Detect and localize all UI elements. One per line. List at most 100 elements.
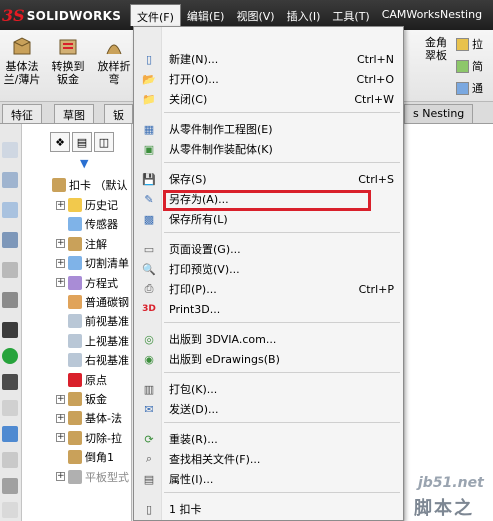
expand-icon[interactable]: + [56, 394, 65, 404]
expand-icon[interactable]: + [56, 278, 65, 288]
mini-icon[interactable] [2, 452, 18, 468]
file-menu-item[interactable]: ▩ 保存所有(L) [134, 209, 403, 229]
side-tool-vent[interactable]: 通 [456, 80, 493, 96]
make-drawing-icon: ▦ [143, 122, 155, 136]
file-menu-item[interactable]: ◉ 出版到 eDrawings(B) [134, 349, 403, 369]
expand-icon[interactable]: + [56, 258, 65, 268]
tree-item[interactable]: + 注解 [56, 235, 107, 253]
tree-item[interactable]: + 方程式 [56, 274, 118, 292]
file-menu-item[interactable]: ▦ 从零件制作工程图(E) [134, 119, 403, 139]
tree-item[interactable]: 右视基准 [56, 351, 129, 369]
tab-camworks-nesting[interactable]: s Nesting [404, 104, 474, 123]
blue-tool-icon[interactable] [2, 426, 18, 442]
tree-item[interactable]: 原点 [56, 371, 107, 389]
side-tool-simple-label: 简 [472, 60, 483, 73]
filter-icon[interactable]: ▼ [80, 157, 88, 170]
section-icon[interactable] [2, 202, 18, 218]
tab-features[interactable]: 特征 [2, 104, 42, 123]
properties-icon: ▤ [143, 472, 155, 486]
file-menu-item-label: 重装(R)... [169, 433, 218, 446]
lofted-bend-label-1: 放样折 [97, 60, 131, 73]
gear-icon[interactable] [2, 292, 18, 308]
file-menu-item[interactable]: ▭ 页面设置(G)... [134, 239, 403, 259]
tree-item[interactable]: + 切割清单 [56, 254, 129, 272]
lofted-bend-label-2: 弯 [108, 73, 120, 86]
file-menu-item[interactable]: 🔍 打印预览(V)... [134, 259, 403, 279]
file-menu-item-shortcut: Ctrl+S [358, 172, 394, 186]
tree-item-label: 钣金 [85, 393, 107, 406]
tree-item[interactable]: 倒角1 [56, 448, 114, 466]
config-manager-tab-icon[interactable]: ◫ [94, 132, 114, 152]
bottom-icon[interactable] [2, 502, 18, 518]
file-menu-item[interactable]: 📂 打开(O)... Ctrl+O [134, 69, 403, 89]
file-menu-item[interactable]: ▯ 1 扣卡 [134, 499, 403, 519]
file-menu-item[interactable]: ⌕ 查找相关文件(F)... [134, 449, 403, 469]
file-menu-item[interactable]: ▤ 属性(I)... [134, 469, 403, 489]
wave-icon[interactable] [2, 374, 18, 390]
file-menu-item-label: 保存所有(L) [169, 213, 228, 226]
menu-tools[interactable]: 工具(T) [326, 4, 375, 26]
base-flange-button[interactable]: 基体法 兰/薄片 [2, 34, 42, 86]
file-menu-item[interactable]: ✉ 发送(D)... [134, 399, 403, 419]
feature-manager-tab-icon[interactable]: ❖ [50, 132, 70, 152]
corner-button[interactable]: 金角 翠板 [418, 36, 454, 62]
file-menu-item[interactable]: ◎ 出版到 3DVIA.com... [134, 329, 403, 349]
tool-icon[interactable] [2, 322, 18, 338]
display-icon[interactable] [2, 172, 18, 188]
file-menu-item[interactable]: ⟳ 重装(R)... [134, 429, 403, 449]
tree-root[interactable]: 扣卡 （默认 [52, 176, 128, 194]
file-menu-item[interactable]: 💾 保存(S) Ctrl+S [134, 169, 403, 189]
green-circle-icon[interactable] [2, 348, 18, 364]
app-logo[interactable]: 3S SOLIDWORKS [2, 6, 121, 25]
tree-item[interactable]: + 平板型式 [56, 468, 129, 486]
menu-camworks-nesting[interactable]: CAMWorksNesting [376, 4, 488, 26]
grid-icon[interactable] [2, 400, 18, 416]
file-menu-item-shortcut: Ctrl+O [356, 72, 394, 86]
file-menu-item-label: 1 扣卡 [169, 503, 202, 516]
file-menu-item[interactable]: 3D Print3D... [134, 299, 403, 319]
tree-item[interactable]: 传感器 [56, 215, 118, 233]
tab-sheetmetal[interactable]: 钣 [104, 104, 133, 123]
tree-item[interactable]: + 历史记 [56, 196, 118, 214]
menu-insert[interactable]: 插入(I) [281, 4, 327, 26]
expand-icon[interactable]: + [56, 413, 65, 423]
property-manager-tab-icon[interactable]: ▤ [72, 132, 92, 152]
file-menu-item[interactable]: 📁 关闭(C) Ctrl+W [134, 89, 403, 109]
tree-item-icon [68, 430, 82, 445]
watermark-site-name: 脚本之家 [414, 498, 474, 519]
expand-icon[interactable]: + [56, 239, 65, 249]
graphics-area[interactable] [405, 124, 493, 521]
misc-icon[interactable] [2, 478, 18, 494]
tree-item[interactable]: 前视基准 [56, 312, 129, 330]
lofted-bend-button[interactable]: 放样折 弯 [94, 34, 134, 86]
menu-separator [164, 162, 400, 163]
send-icon: ✉ [144, 402, 154, 416]
convert-to-sheetmetal-button[interactable]: 转换到 钣金 [48, 34, 88, 86]
orientation-icon[interactable] [2, 232, 18, 248]
tree-item[interactable]: 上视基准 [56, 332, 129, 350]
side-tool-extrude[interactable]: 拉 [456, 36, 493, 52]
expand-icon[interactable]: + [56, 200, 65, 210]
menu-view[interactable]: 视图(V) [230, 4, 280, 26]
print3d-icon: 3D [142, 304, 156, 314]
menu-file[interactable]: 文件(F) [130, 4, 181, 26]
expand-icon[interactable]: + [56, 472, 65, 482]
file-menu-item-label: 打包(K)... [169, 383, 218, 396]
file-menu-item[interactable]: ▥ 打包(K)... [134, 379, 403, 399]
file-menu-item[interactable]: ⎙ 打印(P)... Ctrl+P [134, 279, 403, 299]
side-tool-simple[interactable]: 简 [456, 58, 493, 74]
view-icon[interactable] [2, 142, 18, 158]
tab-sketch[interactable]: 草图 [54, 104, 94, 123]
file-menu-item-label: 打印预览(V)... [169, 263, 240, 276]
tree-item[interactable]: + 钣金 [56, 390, 107, 408]
expand-icon[interactable]: + [56, 433, 65, 443]
file-menu-item[interactable]: ▯ 新建(N)... Ctrl+N [134, 49, 403, 69]
file-menu-item[interactable]: ▣ 从零件制作装配体(K) [134, 139, 403, 159]
tree-item[interactable]: 普通碳钢 [56, 293, 129, 311]
settings-icon[interactable] [2, 262, 18, 278]
close-folder-icon: 📁 [142, 92, 156, 106]
print-icon: ⎙ [144, 282, 154, 295]
tree-item[interactable]: + 基体-法 [56, 409, 122, 427]
tree-item[interactable]: + 切除-拉 [56, 429, 122, 447]
menu-edit[interactable]: 编辑(E) [181, 4, 231, 26]
